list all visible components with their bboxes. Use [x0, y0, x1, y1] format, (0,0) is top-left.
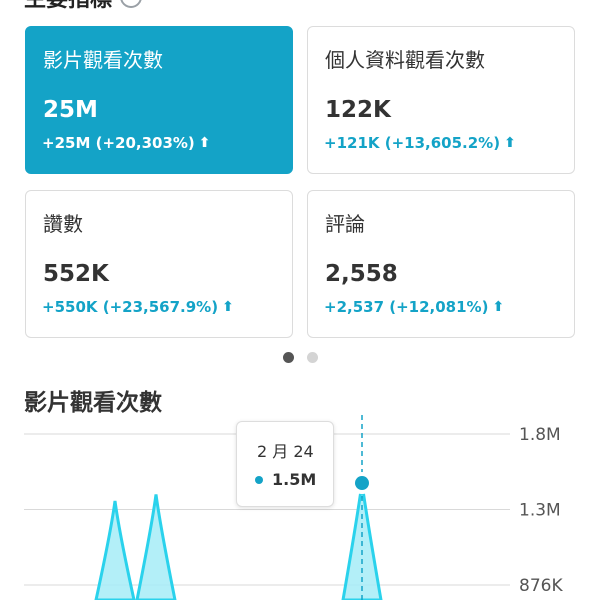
- metric-change: +25M (+20,303%) ⬆: [42, 134, 211, 152]
- arrow-up-icon: ⬆: [198, 135, 211, 151]
- series-peak: [135, 494, 177, 600]
- metric-title: 影片觀看次數: [43, 48, 163, 72]
- metric-value: 552K: [43, 261, 109, 287]
- metric-title: 評論: [325, 212, 365, 236]
- metric-change: +2,537 (+12,081%) ⬆: [324, 298, 504, 316]
- metric-change: +550K (+23,567.9%) ⬆: [42, 298, 234, 316]
- metric-card-likes[interactable]: 讚數 552K +550K (+23,567.9%) ⬆: [25, 190, 293, 338]
- arrow-up-icon: ⬆: [504, 135, 516, 151]
- metric-change-text: +121K (+13,605.2%): [324, 134, 501, 152]
- metric-change-text: +25M (+20,303%): [42, 134, 195, 152]
- y-tick-label: 1.3M: [519, 501, 561, 521]
- metric-change-text: +2,537 (+12,081%): [324, 298, 489, 316]
- tooltip-date: 2 月 24: [257, 442, 314, 461]
- metric-card-video-views[interactable]: 影片觀看次數 25M +25M (+20,303%) ⬆: [25, 26, 293, 174]
- y-tick-label: 1.8M: [519, 425, 561, 445]
- arrow-up-icon: ⬆: [492, 299, 505, 315]
- tooltip-value-row: 1.5M: [255, 470, 316, 489]
- metric-title: 讚數: [43, 212, 83, 236]
- hover-point[interactable]: [355, 476, 369, 491]
- metric-change: +121K (+13,605.2%) ⬆: [324, 134, 516, 152]
- carousel-pagination: [283, 352, 318, 363]
- series-peak: [94, 500, 136, 600]
- section-header: 主要指標 ?: [24, 0, 143, 12]
- chart-tooltip: 2 月 24 1.5M: [236, 421, 334, 507]
- chart-title: 影片觀看次數: [24, 390, 162, 416]
- section-title: 主要指標: [24, 0, 112, 13]
- metric-card-comments[interactable]: 評論 2,558 +2,537 (+12,081%) ⬆: [307, 190, 575, 338]
- series-dot-icon: [255, 475, 263, 484]
- tooltip-value: 1.5M: [272, 470, 317, 489]
- pagination-dot-2[interactable]: [307, 352, 318, 363]
- y-tick-label: 876K: [519, 576, 563, 596]
- question-circle-icon[interactable]: ?: [120, 0, 143, 8]
- metric-change-text: +550K (+23,567.9%): [42, 298, 219, 316]
- pagination-dot-1[interactable]: [283, 352, 294, 363]
- metric-value: 2,558: [325, 261, 398, 287]
- metric-value: 122K: [325, 97, 391, 123]
- metric-value: 25M: [43, 97, 98, 123]
- metric-title: 個人資料觀看次數: [325, 48, 485, 72]
- arrow-up-icon: ⬆: [222, 299, 234, 315]
- metric-card-profile-views[interactable]: 個人資料觀看次數 122K +121K (+13,605.2%) ⬆: [307, 26, 575, 174]
